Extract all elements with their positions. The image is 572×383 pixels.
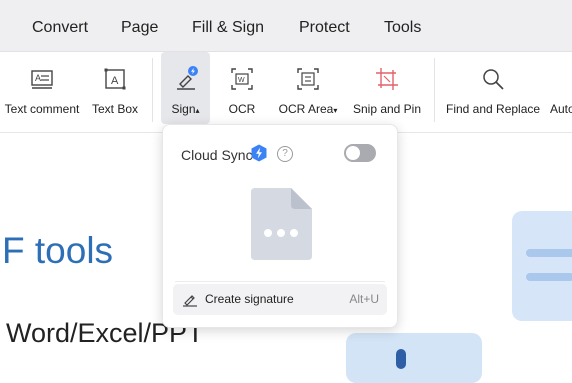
illustration-bar <box>526 249 572 257</box>
caret-up-icon: ▴ <box>195 106 200 115</box>
sign-label: Sign <box>171 102 196 116</box>
svg-text:A: A <box>111 75 119 87</box>
sign-label-wrap: Sign▴ <box>161 102 210 116</box>
ocr-area-label: OCR Area <box>278 102 334 116</box>
auto-label: Auto <box>550 102 572 116</box>
ribbon-separator <box>434 58 435 122</box>
menu-page[interactable]: Page <box>121 19 158 37</box>
text-box-label: Text Box <box>91 102 139 116</box>
illustration-bar <box>526 273 572 281</box>
cloud-sync-label: Cloud Sync <box>181 147 253 163</box>
ocr-label: OCR <box>228 102 256 116</box>
auto-button[interactable]: Auto <box>548 52 572 124</box>
menu-convert[interactable]: Convert <box>32 19 88 37</box>
ocr-area-label-wrap: OCR Area▾ <box>274 102 342 116</box>
ocr-area-icon <box>297 68 319 90</box>
cloud-sync-toggle[interactable] <box>344 144 376 162</box>
cloud-sync-badge-icon <box>251 144 267 162</box>
document-illustration <box>512 211 572 321</box>
text-comment-label: Text comment <box>4 102 80 116</box>
svg-text:A: A <box>35 73 41 83</box>
text-box-icon: A <box>104 68 126 90</box>
toggle-knob <box>346 146 360 160</box>
menu-tools[interactable]: Tools <box>384 19 421 37</box>
sign-button[interactable]: Sign▴ <box>161 52 210 124</box>
snip-pin-button[interactable]: Snip and Pin <box>350 52 424 124</box>
menu-bar: Convert Page Fill & Sign Protect Tools <box>0 0 572 52</box>
help-icon[interactable]: ? <box>277 146 293 162</box>
ribbon-toolbar: A Text comment A Text Box Sign▴ W OCR OC… <box>0 52 572 133</box>
snip-pin-label: Snip and Pin <box>352 102 422 116</box>
text-comment-icon: A <box>31 70 53 89</box>
snip-pin-icon <box>376 68 398 90</box>
sign-dropdown-popup: Cloud Sync ? Create signature Alt+U <box>162 124 398 328</box>
document-illustration <box>346 333 482 383</box>
create-signature-shortcut: Alt+U <box>349 292 379 306</box>
divider <box>175 281 385 282</box>
document-heading: F tools <box>2 230 114 271</box>
find-replace-button[interactable]: Find and Replace <box>446 52 540 124</box>
menu-protect[interactable]: Protect <box>299 19 350 37</box>
ribbon-separator <box>152 58 153 122</box>
text-comment-button[interactable]: A Text comment <box>0 52 84 124</box>
empty-document-icon <box>251 188 312 260</box>
caret-down-icon: ▾ <box>333 106 338 115</box>
sign-pen-icon <box>176 66 198 90</box>
signature-pen-icon <box>183 295 197 307</box>
svg-text:W: W <box>238 77 245 84</box>
text-box-button[interactable]: A Text Box <box>88 52 142 124</box>
ocr-icon: W <box>231 68 253 90</box>
search-icon <box>483 69 504 90</box>
create-signature-label: Create signature <box>205 292 294 306</box>
illustration-shape <box>396 349 406 369</box>
create-signature-item[interactable]: Create signature Alt+U <box>173 284 387 315</box>
menu-fill-sign[interactable]: Fill & Sign <box>192 19 264 37</box>
ocr-area-button[interactable]: OCR Area▾ <box>274 52 342 124</box>
find-replace-label: Find and Replace <box>446 102 541 116</box>
ocr-button[interactable]: W OCR <box>220 52 264 124</box>
